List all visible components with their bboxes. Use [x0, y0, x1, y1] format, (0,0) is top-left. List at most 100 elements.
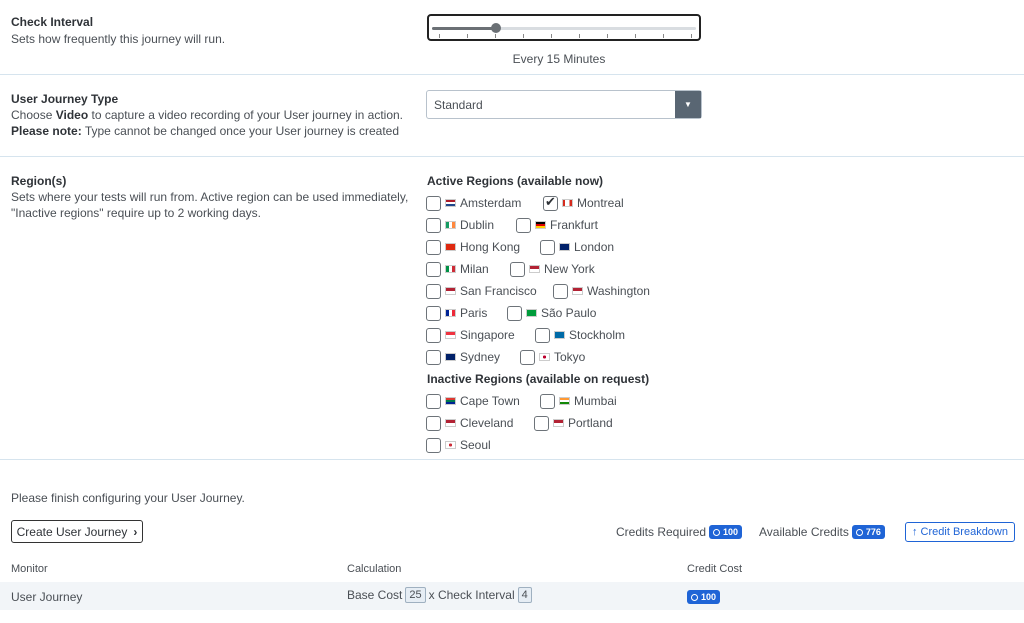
- region-label: Cape Town: [460, 394, 520, 408]
- slider-tick: [551, 34, 552, 38]
- flag-ie-icon: [445, 221, 456, 229]
- slider-tick: [607, 34, 608, 38]
- checkbox[interactable]: [540, 393, 555, 409]
- times-check-interval-label: x Check Interval: [428, 588, 515, 602]
- journey-type-desc-pre: Choose: [11, 108, 56, 122]
- flag-za-icon: [445, 397, 456, 405]
- slider-knob[interactable]: [491, 23, 501, 33]
- region-label: Washington: [587, 284, 650, 298]
- region-montreal[interactable]: Montreal: [543, 194, 624, 212]
- flag-br-icon: [526, 309, 537, 317]
- journey-type-select[interactable]: Standard ▼: [426, 90, 702, 119]
- create-user-journey-button[interactable]: Create User Journey ›: [11, 520, 143, 543]
- checkbox[interactable]: [520, 349, 535, 365]
- region-mumbai[interactable]: Mumbai: [540, 392, 617, 410]
- region-paris[interactable]: Paris: [426, 304, 487, 322]
- checkbox[interactable]: [507, 305, 522, 321]
- region-sao-paulo[interactable]: São Paulo: [507, 304, 596, 322]
- checkbox[interactable]: [426, 437, 441, 453]
- create-user-journey-label: Create User Journey: [16, 524, 128, 539]
- region-dublin[interactable]: Dublin: [426, 216, 494, 234]
- region-sydney[interactable]: Sydney: [426, 348, 500, 366]
- flag-sg-icon: [445, 331, 456, 339]
- flag-it-icon: [445, 265, 456, 273]
- checkbox[interactable]: [426, 393, 441, 409]
- table-header-credit-cost: Credit Cost: [687, 563, 743, 575]
- checkbox[interactable]: [543, 194, 558, 211]
- slider-tick: [495, 34, 496, 38]
- region-san-francisco[interactable]: San Francisco: [426, 282, 537, 300]
- regions-desc: Sets where your tests will run from. Act…: [11, 189, 408, 221]
- active-regions-header: Active Regions (available now): [427, 174, 604, 188]
- region-london[interactable]: London: [540, 238, 614, 256]
- checkbox[interactable]: [426, 305, 441, 321]
- region-cape-town[interactable]: Cape Town: [426, 392, 520, 410]
- region-milan[interactable]: Milan: [426, 260, 489, 278]
- slider-tick: [663, 34, 664, 38]
- regions-desc-line1: Sets where your tests will run from. Act…: [11, 190, 409, 204]
- credits-required-value: 100: [723, 527, 739, 537]
- region-tokyo[interactable]: Tokyo: [520, 348, 585, 366]
- base-cost-value: 25: [405, 587, 426, 603]
- region-hong-kong[interactable]: Hong Kong: [426, 238, 520, 256]
- regions-title: Region(s): [11, 174, 67, 188]
- region-stockholm[interactable]: Stockholm: [535, 326, 625, 344]
- region-singapore[interactable]: Singapore: [426, 326, 515, 344]
- slider-tick: [579, 34, 580, 38]
- checkbox[interactable]: [426, 195, 441, 211]
- credit-breakdown-button[interactable]: ↑ Credit Breakdown: [905, 522, 1015, 542]
- region-seoul[interactable]: Seoul: [426, 436, 491, 454]
- coin-icon: [691, 593, 698, 601]
- available-credits-value: 776: [865, 527, 881, 537]
- check-interval-slider[interactable]: [427, 14, 701, 41]
- journey-type-note-bold: Please note:: [11, 124, 82, 138]
- journey-type-desc-post: to capture a video recording of your Use…: [88, 108, 404, 122]
- credit-cost-badge: 100: [687, 590, 721, 604]
- region-cleveland[interactable]: Cleveland: [426, 414, 513, 432]
- checkbox[interactable]: [553, 283, 568, 299]
- region-label: Singapore: [460, 328, 515, 342]
- checkbox[interactable]: [426, 261, 441, 277]
- region-label: Stockholm: [569, 328, 626, 342]
- credits-required: Credits Required 100: [616, 525, 743, 539]
- region-label: Cleveland: [460, 416, 514, 430]
- chevron-down-icon[interactable]: ▼: [675, 91, 701, 118]
- checkbox[interactable]: [426, 327, 441, 343]
- chevron-right-icon: ›: [133, 524, 138, 539]
- table-cell-credit-cost: 100: [687, 590, 721, 604]
- slider-tick: [439, 34, 440, 38]
- region-portland[interactable]: Portland: [534, 414, 613, 432]
- base-cost-label: Base Cost: [347, 588, 403, 602]
- checkbox[interactable]: [540, 239, 555, 255]
- checkbox[interactable]: [535, 327, 550, 343]
- region-label: Tokyo: [554, 350, 586, 364]
- flag-gb-icon: [559, 243, 570, 251]
- journey-type-note-text: Type cannot be changed once your User jo…: [81, 124, 400, 138]
- region-label: Dublin: [460, 218, 495, 232]
- region-washington[interactable]: Washington: [553, 282, 650, 300]
- checkbox[interactable]: [534, 415, 549, 431]
- region-label: São Paulo: [541, 306, 597, 320]
- flag-kr-icon: [445, 441, 456, 449]
- checkbox[interactable]: [426, 349, 441, 365]
- credits-required-badge: 100: [709, 525, 743, 539]
- inactive-regions-header: Inactive Regions (available on request): [427, 372, 650, 386]
- journey-type-title: User Journey Type: [11, 92, 119, 106]
- check-interval-value-box: 4: [517, 587, 532, 603]
- checkbox[interactable]: [426, 217, 441, 233]
- region-label: Portland: [568, 416, 613, 430]
- checkbox[interactable]: [510, 261, 525, 277]
- checkbox[interactable]: [426, 415, 441, 431]
- region-frankfurt[interactable]: Frankfurt: [516, 216, 598, 234]
- checkbox[interactable]: [426, 283, 441, 299]
- region-new-york[interactable]: New York: [510, 260, 595, 278]
- region-amsterdam[interactable]: Amsterdam: [426, 194, 521, 212]
- table-header-calculation: Calculation: [347, 563, 402, 575]
- flag-in-icon: [559, 397, 570, 405]
- checkbox[interactable]: [426, 239, 441, 255]
- available-credits-label: Available Credits: [759, 525, 849, 539]
- checkbox[interactable]: [516, 217, 531, 233]
- journey-type-desc: Choose Video to capture a video recordin…: [11, 107, 403, 139]
- region-label: Montreal: [577, 196, 624, 210]
- check-interval-value: Every 15 Minutes: [512, 52, 606, 66]
